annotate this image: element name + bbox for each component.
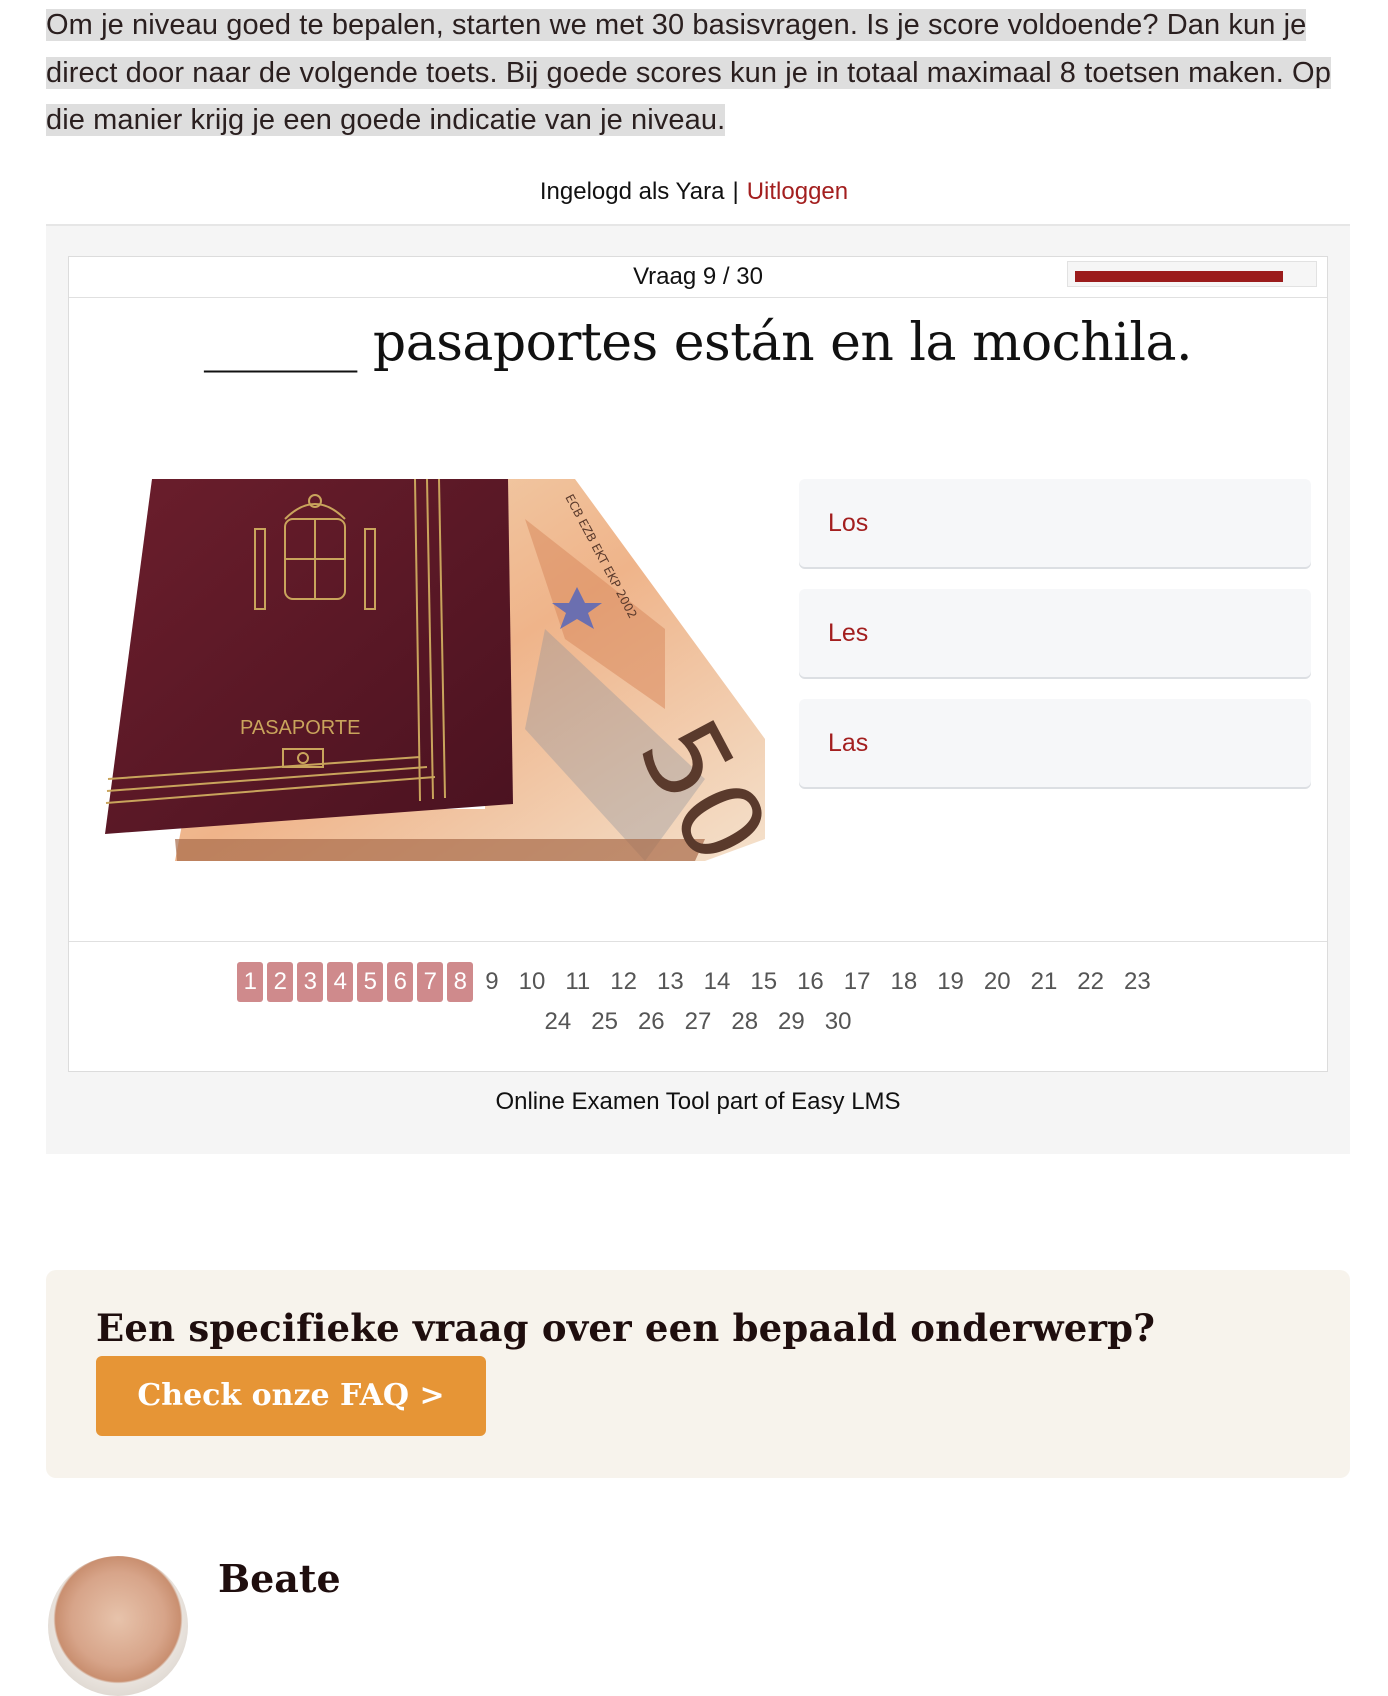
page-number-8[interactable]: 8 — [447, 962, 474, 1002]
page-number-27[interactable]: 27 — [685, 1008, 712, 1036]
answer-option-las[interactable]: Las — [799, 699, 1311, 787]
page-number-2[interactable]: 2 — [267, 962, 294, 1002]
page-number-20[interactable]: 20 — [984, 968, 1011, 996]
passport-image: 50 ECB EZB EKT EKP 2002 PASAPORTE — [105, 479, 765, 861]
page-number-4[interactable]: 4 — [327, 962, 354, 1002]
faq-button[interactable]: Check onze FAQ > — [96, 1356, 486, 1436]
answer-options: Los Les Las — [799, 479, 1311, 809]
page-number-25[interactable]: 25 — [591, 1008, 618, 1036]
page-number-5[interactable]: 5 — [357, 962, 384, 1002]
avatar — [48, 1556, 188, 1696]
passport-cover — [105, 479, 513, 834]
page-number-19[interactable]: 19 — [937, 968, 964, 996]
progress-fill — [1075, 271, 1283, 282]
page-number-22[interactable]: 22 — [1077, 968, 1104, 996]
page-number-23[interactable]: 23 — [1124, 968, 1151, 996]
pager-row-1: 1 2 3 4 5 6 7 8 9 10 11 12 13 14 15 16 17 18 19 20 21 22 23 — [69, 962, 1327, 1002]
answer-option-los[interactable]: Los — [799, 479, 1311, 567]
page-number-14[interactable]: 14 — [704, 968, 731, 996]
page-number-7[interactable]: 7 — [417, 962, 444, 1002]
faq-banner: Een specifieke vraag over een bepaald on… — [46, 1270, 1350, 1478]
login-status: Ingelogd als Yara — [539, 178, 725, 205]
faq-title: Een specifieke vraag over een bepaald on… — [96, 1306, 1156, 1350]
page-number-21[interactable]: 21 — [1031, 968, 1058, 996]
login-separator: | — [732, 178, 739, 205]
page-number-18[interactable]: 18 — [890, 968, 917, 996]
page-number-12[interactable]: 12 — [610, 968, 637, 996]
page-number-26[interactable]: 26 — [638, 1008, 665, 1036]
page-number-6[interactable]: 6 — [387, 962, 414, 1002]
passport-label: PASAPORTE — [240, 717, 360, 739]
page-number-29[interactable]: 29 — [778, 1008, 805, 1036]
question-card: Vraag 9 / 30 ______ pasaportes están en … — [68, 256, 1328, 1072]
page-number-17[interactable]: 17 — [844, 968, 871, 996]
logout-link[interactable]: Uitloggen — [747, 178, 848, 205]
intro-text: Om je niveau goed te bepalen, starten we… — [46, 9, 1331, 136]
progress-bar — [1067, 261, 1317, 287]
page-number-1[interactable]: 1 — [237, 962, 264, 1002]
question-header: Vraag 9 / 30 — [69, 257, 1327, 298]
pager-row-2: 24 25 26 27 28 29 30 — [69, 1008, 1327, 1036]
author-name: Beate — [218, 1556, 341, 1601]
page-number-3[interactable]: 3 — [297, 962, 324, 1002]
question-pager: 1 2 3 4 5 6 7 8 9 10 11 12 13 14 15 16 17 18 19 20 21 22 23 24… — [69, 941, 1327, 1072]
exam-widget: Vraag 9 / 30 ______ pasaportes están en … — [46, 224, 1350, 1154]
page-number-30[interactable]: 30 — [825, 1008, 852, 1036]
question-text: ______ pasaportes están en la mochila. — [203, 313, 1193, 373]
page-number-16[interactable]: 16 — [797, 968, 824, 996]
exam-footer: Online Examen Tool part of Easy LMS — [495, 1088, 901, 1115]
page-number-28[interactable]: 28 — [731, 1008, 758, 1036]
page-number-15[interactable]: 15 — [750, 968, 777, 996]
page-number-24[interactable]: 24 — [545, 1008, 572, 1036]
answer-option-les[interactable]: Les — [799, 589, 1311, 677]
page-number-9[interactable]: 9 — [485, 968, 498, 996]
page-number-10[interactable]: 10 — [519, 968, 546, 996]
page-number-13[interactable]: 13 — [657, 968, 684, 996]
login-bar: Ingelogd als Yara | Uitloggen — [0, 178, 1388, 206]
page-number-11[interactable]: 11 — [565, 968, 590, 996]
